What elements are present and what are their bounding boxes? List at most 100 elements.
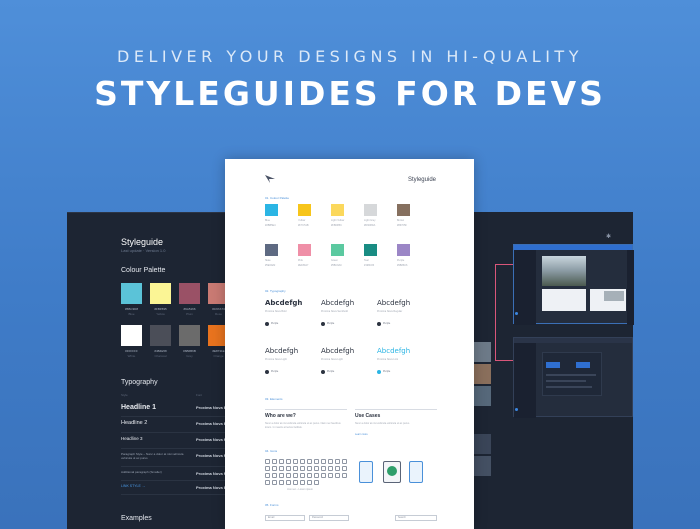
typeface-name: Proxima Nova Link [377, 358, 398, 361]
typography-col-headers: Style Font [121, 393, 242, 399]
glyph-icon [342, 466, 347, 471]
glyph-icon [272, 459, 277, 464]
card-text: Nunc a dolor at nisi vehicula vehicula u… [355, 422, 410, 425]
swatch-hex: #5BC9A0 [331, 264, 342, 267]
swatch-code: #4B4E58 [154, 349, 167, 353]
typography-section-label: 02. Typography [265, 289, 286, 293]
glyph-icon [300, 480, 305, 485]
hero-subtitle: DELIVER YOUR DESIGNS IN HI-QUALITY [117, 47, 583, 66]
gear-icon: ✱ [606, 234, 612, 240]
mockup-line [546, 380, 586, 382]
icons-section-label: 04. Icons [265, 449, 278, 453]
glyph-icon [272, 466, 277, 471]
annotation-line [495, 264, 496, 360]
bullet-dot-icon [377, 370, 381, 374]
search-input[interactable]: Search [395, 515, 437, 521]
colours-section-label: 01. Colour Palette [265, 196, 290, 200]
dark-title: Styleguide [121, 237, 164, 247]
swatch-name: Yellow [156, 312, 165, 316]
paper-colour-swatch [298, 204, 311, 216]
examples-heading: Examples [121, 515, 152, 522]
colour-swatch [179, 283, 200, 304]
dark-subtitle: Last update · Version 1.0 [121, 248, 166, 253]
colour-swatch [121, 325, 142, 346]
side-thumbnail [473, 386, 491, 406]
typeface-name: Proxima Nova Light [265, 358, 287, 361]
paper-colour-swatch [331, 244, 344, 256]
glyph-icon [307, 466, 312, 471]
typo-label: Paragraph Style – Nunc a dolor at nisi v… [121, 452, 184, 460]
mockup-sidebar [514, 343, 536, 418]
swatch-hex: #9B86C6 [397, 264, 408, 267]
typo-row-link: LINK STYLE → Proxima Nova Bold [121, 481, 242, 495]
typeface-name: Proxima Nova Bold [265, 310, 287, 313]
bullet-label: Purple [271, 322, 279, 325]
glyph-icon [342, 459, 347, 464]
typo-label: Headline 1 [121, 404, 157, 411]
bullet-label: Purple [327, 322, 335, 325]
glyph-icon [265, 473, 270, 478]
glyph-icon [314, 480, 319, 485]
glyph-icon [314, 459, 319, 464]
typo-row-paragraph: Paragraph Style – Nunc a dolor at nisi v… [121, 449, 242, 467]
colour-swatch [150, 283, 171, 304]
swatch-code: #FBF595 [154, 307, 167, 311]
swatch-name: Light Grey [364, 219, 376, 222]
password-field[interactable]: Password [309, 515, 349, 521]
glyph-icon [272, 473, 277, 478]
swatch-hex: #EF8FA7 [298, 264, 309, 267]
typeface-name: Proxima Nova Light [321, 358, 343, 361]
colour-swatch [179, 325, 200, 346]
mockup-hero-image [542, 256, 586, 286]
swatch-name: Slate [265, 259, 271, 262]
glyph-icon [321, 466, 326, 471]
swatch-name: Yellow [298, 219, 306, 222]
screen-mockup-1 [513, 244, 634, 325]
glyph-icon [307, 459, 312, 464]
typeface-sample: Abcdefgh [377, 299, 411, 307]
paper-colour-swatch [364, 204, 377, 216]
glyph-icon [265, 466, 270, 471]
paper-colour-swatch [397, 244, 410, 256]
learn-more-link[interactable]: Learn more [355, 433, 368, 436]
paper-colour-swatch [397, 204, 410, 216]
side-thumbnail [473, 456, 491, 476]
glyph-icon [335, 466, 340, 471]
bullet-label: Purple [383, 370, 391, 373]
paper-colour-swatch [331, 204, 344, 216]
search-placeholder: Search [398, 516, 406, 519]
card-title-who: Who are we? [265, 413, 296, 419]
annotation-line [495, 264, 513, 265]
glyph-icon [321, 459, 326, 464]
typeface-sample: Abcdefgh [321, 347, 355, 355]
swatch-hex: #FBD85C [331, 224, 342, 227]
bullet-dot-icon [321, 370, 325, 374]
swatch-name: Charcoal [154, 354, 167, 358]
swatch-hex: #86705F [397, 224, 407, 227]
side-thumbnail [473, 364, 491, 384]
mockup-card [542, 289, 586, 311]
typeface-sample: Abcdefgh [265, 347, 299, 355]
glyph-icon [321, 473, 326, 478]
bullet-dot-icon [377, 322, 381, 326]
typeface-sample: Abcdefgh [265, 299, 303, 307]
glyph-icon [279, 459, 284, 464]
typography-heading: Typography [121, 379, 158, 386]
mockup-line [546, 374, 596, 376]
glyph-icon [293, 466, 298, 471]
glyph-icon [314, 466, 319, 471]
mockup-right-column [627, 250, 634, 325]
swatch-code: #FFFFFF [125, 349, 138, 353]
bullet-label: Purple [383, 322, 391, 325]
swatch-hex: #198C83 [364, 264, 375, 267]
card-divider [265, 409, 347, 410]
swatch-name: Blue [265, 219, 271, 222]
email-field[interactable]: Email [265, 515, 305, 521]
typo-label: Headline 2 [121, 420, 148, 426]
side-thumbnail [473, 434, 491, 454]
icon-caption: Icon set – Lorem ipsum [287, 488, 313, 491]
colour-swatch [121, 283, 142, 304]
annotation-dot [515, 312, 518, 315]
document-title: Styleguide [407, 177, 436, 183]
typo-label: LINK STYLE → [121, 484, 146, 488]
